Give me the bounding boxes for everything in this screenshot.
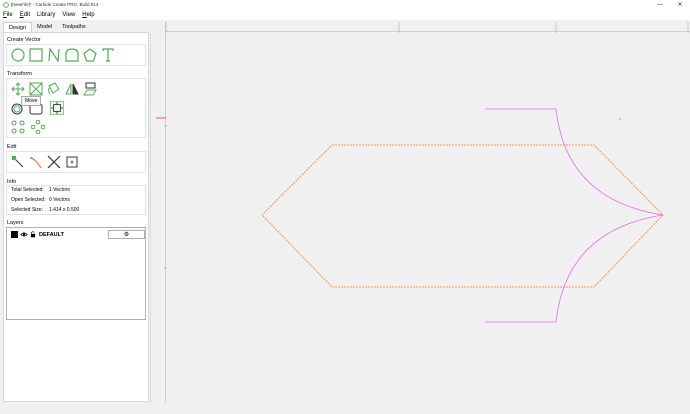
skew-icon[interactable]	[83, 82, 97, 96]
array-circular-icon[interactable]	[31, 120, 45, 134]
menu-file[interactable]: File	[3, 12, 13, 18]
pentagon-icon[interactable]	[83, 48, 97, 62]
menu-edit[interactable]: Edit	[20, 12, 30, 18]
window-controls: — ✕	[650, 0, 690, 9]
layer-row-default[interactable]: DEFAULT ⚙	[11, 230, 145, 239]
polyline-icon[interactable]	[47, 48, 61, 62]
section-edit: Edit	[7, 144, 17, 150]
tab-design[interactable]: Design	[3, 22, 33, 32]
array-grid-icon[interactable]	[11, 120, 25, 134]
section-transform: Transform	[7, 71, 32, 77]
tangent-icon[interactable]	[29, 155, 43, 169]
move-tooltip: Move	[21, 96, 42, 106]
mirror-icon[interactable]	[65, 82, 79, 96]
gear-icon: ⚙	[123, 232, 130, 238]
rotate-icon[interactable]	[47, 82, 61, 96]
node-edit-icon[interactable]	[11, 155, 25, 169]
section-create-vector: Create Vector	[7, 37, 41, 43]
info-total-selected: Total Selected: 1 Vectors	[11, 187, 70, 193]
open-vector-path	[485, 108, 664, 323]
minimize-button[interactable]: —	[650, 0, 670, 9]
menu-library[interactable]: Library	[37, 12, 55, 18]
layer-color-swatch[interactable]	[11, 231, 18, 238]
section-layers: Layers	[7, 220, 24, 226]
selected-vector-outline	[261, 144, 664, 288]
text-icon[interactable]	[101, 48, 115, 62]
layer-name: DEFAULT	[39, 231, 64, 238]
trim-icon[interactable]	[47, 155, 61, 169]
canvas-drawing[interactable]	[156, 22, 690, 403]
move-icon[interactable]	[11, 82, 25, 96]
info-selected-size: Selected Size: 1.414 x 0.500	[11, 207, 80, 213]
layers-list: DEFAULT ⚙	[6, 227, 146, 320]
window-title: [NewFile]* - Carbide Create PRO, Build 8…	[11, 2, 99, 7]
scale-icon[interactable]	[29, 82, 43, 96]
align-icon[interactable]	[50, 101, 64, 115]
info-open-selected: Open Selected: 0 Vectors	[11, 197, 70, 203]
tab-model[interactable]: Model	[32, 22, 57, 32]
join-icon[interactable]	[65, 155, 79, 169]
polygon-icon[interactable]	[65, 48, 79, 62]
mode-tabs: Design Model Toolpaths	[3, 22, 91, 32]
menu-help[interactable]: Help	[82, 12, 94, 18]
menu-view[interactable]: View	[62, 12, 75, 18]
rectangle-icon[interactable]	[29, 48, 43, 62]
title-bar: [NewFile]* - Carbide Create PRO, Build 8…	[0, 0, 690, 9]
lock-icon[interactable]	[30, 231, 36, 238]
canvas-point	[619, 118, 621, 120]
tab-toolpaths[interactable]: Toolpaths	[57, 22, 91, 32]
eye-icon[interactable]	[20, 231, 28, 238]
circle-icon[interactable]	[11, 48, 25, 62]
status-bar	[156, 403, 690, 414]
layer-settings-button[interactable]: ⚙	[108, 230, 145, 239]
close-button[interactable]: ✕	[670, 0, 690, 9]
app-logo-icon	[3, 1, 9, 8]
menu-bar: File Edit Library View Help	[0, 9, 690, 20]
